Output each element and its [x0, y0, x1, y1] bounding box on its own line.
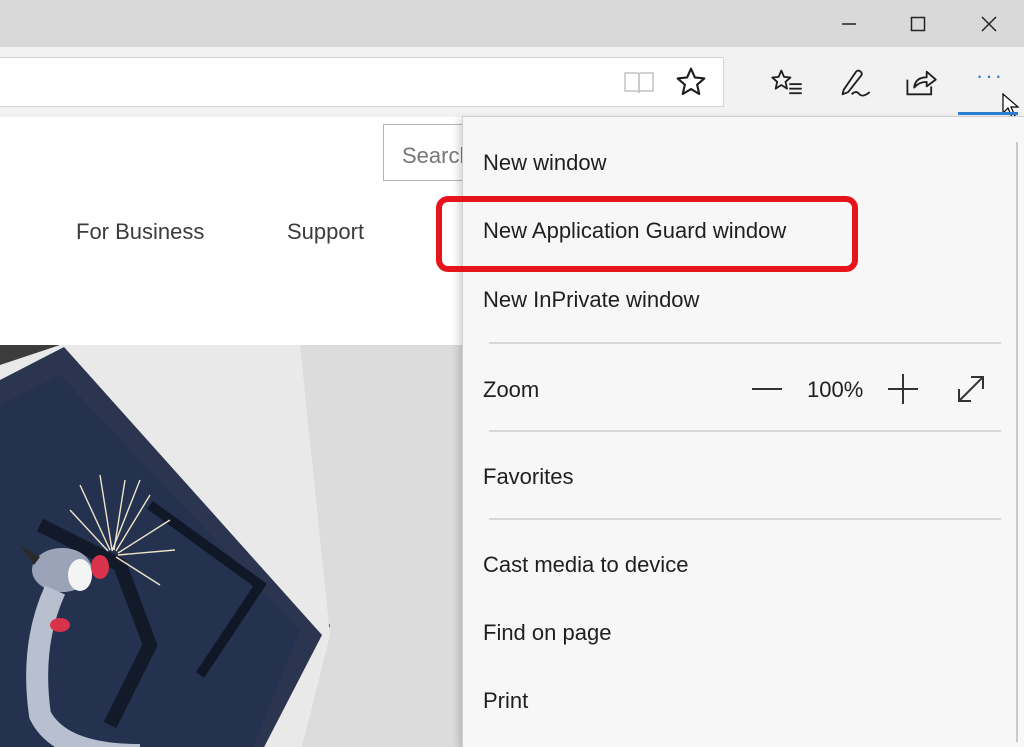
web-note-button[interactable]	[835, 63, 875, 103]
add-favorite-button[interactable]	[671, 62, 711, 102]
share-icon	[906, 70, 937, 96]
menu-item-new-window[interactable]: New window	[483, 150, 607, 176]
hero-device-illustration	[0, 345, 470, 747]
close-button[interactable]	[966, 0, 1012, 47]
minus-icon	[752, 388, 782, 390]
zoom-in-button[interactable]	[883, 369, 923, 409]
nav-link-support[interactable]: Support	[287, 219, 364, 245]
menu-scrollbar[interactable]	[1016, 142, 1018, 742]
menu-item-print[interactable]: Print	[483, 688, 528, 714]
address-bar[interactable]	[0, 57, 724, 107]
hub-button[interactable]	[767, 63, 807, 103]
maximize-icon	[910, 16, 926, 31]
reading-view-button[interactable]	[619, 62, 659, 102]
star-icon	[676, 67, 706, 96]
menu-item-cast-media[interactable]: Cast media to device	[483, 552, 688, 578]
maximize-button[interactable]	[895, 0, 941, 47]
book-icon	[624, 72, 654, 94]
share-button[interactable]	[901, 63, 941, 103]
menu-item-new-inprivate-window[interactable]: New InPrivate window	[483, 287, 699, 313]
browser-toolbar: ···	[0, 47, 1024, 118]
minimize-icon	[842, 22, 856, 25]
minimize-button[interactable]	[826, 0, 872, 47]
nav-link-for-business[interactable]: For Business	[76, 219, 204, 245]
plus-icon	[888, 374, 918, 404]
zoom-level-value: 100%	[807, 377, 864, 402]
pen-icon	[841, 69, 871, 97]
menu-separator	[489, 518, 1001, 520]
menu-separator	[489, 430, 1001, 432]
full-screen-button[interactable]	[951, 369, 991, 409]
favorites-list-icon	[771, 69, 802, 95]
menu-item-find-on-page[interactable]: Find on page	[483, 620, 611, 646]
hero-image	[0, 345, 470, 747]
close-icon	[981, 15, 997, 32]
zoom-out-button[interactable]	[747, 369, 787, 409]
title-bar	[0, 0, 1024, 47]
menu-item-zoom-label: Zoom	[483, 377, 540, 402]
highlight-annotation-box	[436, 196, 858, 272]
more-button[interactable]: ···	[970, 59, 1010, 93]
menu-separator	[489, 342, 1001, 344]
more-button-active-indicator	[958, 112, 1018, 115]
expand-icon	[958, 376, 984, 402]
menu-item-favorites[interactable]: Favorites	[483, 464, 573, 490]
